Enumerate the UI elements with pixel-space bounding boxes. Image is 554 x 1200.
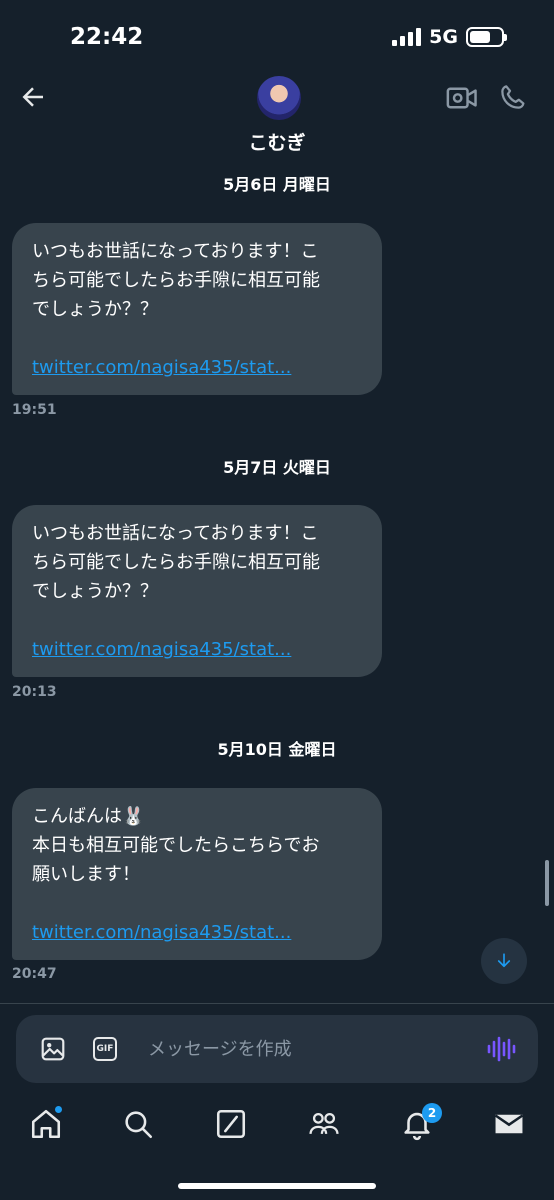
divider	[0, 1003, 554, 1004]
image-icon[interactable]	[40, 1036, 66, 1062]
arrow-down-icon	[497, 953, 511, 968]
back-arrow-icon[interactable]	[18, 82, 48, 112]
video-call-icon[interactable]	[446, 84, 478, 112]
phone-icon[interactable]	[498, 82, 528, 112]
voice-icon[interactable]	[486, 1035, 518, 1063]
message-bubble[interactable]: いつもお世話になっております！こ ちら可能でしたらお手隙に相互可能 でしょうか？…	[12, 505, 382, 677]
message-bubble[interactable]: いつもお世話になっております！こ ちら可能でしたらお手隙に相互可能 でしょうか？…	[12, 223, 382, 395]
search-icon[interactable]	[121, 1107, 155, 1141]
home-badge	[54, 1105, 63, 1114]
message-text: こんばんは🐰	[32, 806, 145, 827]
message-text: いつもお世話になっております！こ	[32, 241, 319, 262]
avatar[interactable]	[257, 76, 301, 120]
message-link[interactable]: twitter.com/nagisa435/stat...	[32, 918, 362, 947]
message-text: でしょうか？？	[32, 299, 158, 320]
battery-icon	[466, 27, 507, 47]
bottom-tab-bar: 2	[0, 1095, 554, 1165]
status-time: 22:42	[70, 24, 144, 50]
message-text: でしょうか？？	[32, 581, 158, 602]
grok-icon[interactable]	[214, 1107, 248, 1141]
message-composer: GIF	[16, 1015, 538, 1083]
date-separator: 5月7日 火曜日	[223, 458, 331, 477]
message-time: 20:13	[12, 684, 57, 700]
message-link[interactable]: twitter.com/nagisa435/stat...	[32, 353, 362, 382]
message-text: 願いします！	[32, 864, 140, 885]
date-separator: 5月6日 月曜日	[223, 175, 331, 194]
communities-icon[interactable]	[307, 1107, 341, 1141]
messages-icon[interactable]	[492, 1107, 526, 1141]
message-text: ちら可能でしたらお手隙に相互可能	[32, 552, 320, 573]
message-text: いつもお世話になっております！こ	[32, 523, 319, 544]
gif-icon[interactable]: GIF	[93, 1037, 117, 1061]
contact-name[interactable]: こむぎ	[0, 128, 554, 155]
message-text: ちら可能でしたらお手隙に相互可能	[32, 270, 320, 291]
message-time: 20:47	[12, 966, 57, 982]
message-input[interactable]	[148, 1025, 468, 1073]
status-bar: 22:42 5G	[0, 0, 554, 76]
conversation-header: こむぎ	[0, 70, 554, 160]
notifications-badge: 2	[422, 1103, 442, 1123]
message-link[interactable]: twitter.com/nagisa435/stat...	[32, 635, 362, 664]
message-bubble[interactable]: こんばんは🐰 本日も相互可能でしたらこちらでお 願いします！ twitter.c…	[12, 788, 382, 960]
scroll-to-bottom-button[interactable]	[481, 938, 527, 984]
message-text: 本日も相互可能でしたらこちらでお	[32, 835, 320, 856]
date-separator: 5月10日 金曜日	[217, 740, 337, 759]
scrollbar[interactable]	[545, 860, 549, 906]
status-indicators: 5G	[392, 26, 507, 48]
signal-icon	[392, 28, 422, 46]
network-type: 5G	[429, 26, 458, 48]
home-indicator	[178, 1183, 376, 1189]
message-time: 19:51	[12, 402, 57, 418]
